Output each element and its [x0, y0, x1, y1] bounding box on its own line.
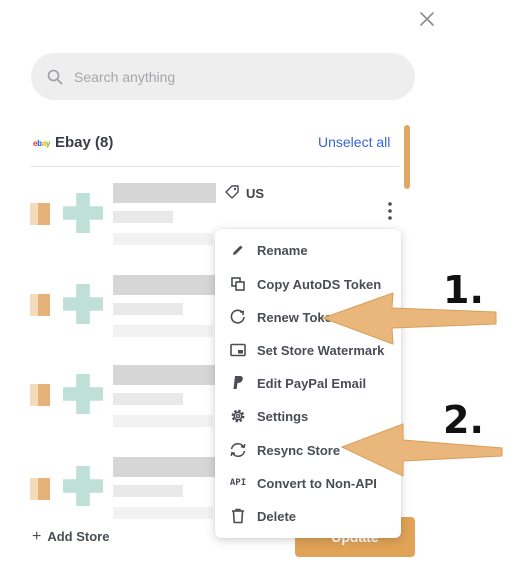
annotation-label-2: 2. [443, 398, 484, 442]
annotation-label-1: 1. [443, 268, 484, 312]
